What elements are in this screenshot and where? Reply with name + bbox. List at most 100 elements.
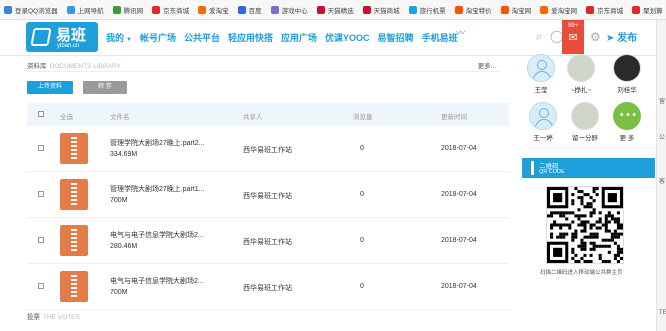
avatar [527, 54, 555, 82]
table-row: 电气与电子信息学院大剧场2... 700M 西华易班工作站 0 2018-07-… [27, 264, 509, 310]
file-sharer: 西华易班工作站 [243, 147, 292, 154]
zip-file-icon[interactable] [60, 133, 88, 164]
table-row: 电气与电子信息学院大剧场2... 280.46M 西华易班工作站 0 2018-… [27, 218, 509, 264]
bookmark[interactable]: 京东商城 [586, 5, 623, 15]
nav-item-mobile[interactable]: 手机易班 [422, 31, 458, 44]
search-icon[interactable]: ⌕ [536, 30, 543, 42]
edge-label[interactable]: 公 [659, 132, 665, 141]
bookmark[interactable]: 淘宝网 [500, 5, 531, 15]
bookmark[interactable]: 旅行机票 [408, 5, 446, 15]
bookmark[interactable]: 聚划算 [632, 5, 663, 15]
nav-item-account-square[interactable]: 帐号广场 [140, 31, 176, 44]
file-size: 280.46M [110, 243, 138, 250]
file-name[interactable]: 管理学院大剧场27晚上.part1... [110, 184, 205, 194]
zip-file-icon[interactable] [60, 225, 88, 256]
table-row: 管理学院大剧场27晚上.part1... 700M 西华易班工作站 0 2018… [27, 172, 509, 218]
member-card[interactable]: 刘桂华 [612, 54, 642, 94]
bookmark-label: 腾讯网 [123, 7, 144, 15]
zip-file-icon[interactable] [60, 179, 88, 210]
top-navigation: 易班 yiban.cn 我的 ▼ 帐号广场 公共平台 轻应用快搭 应用广场 优课Y… [0, 20, 666, 56]
file-size: 334.69M [110, 151, 138, 158]
row-checkbox[interactable] [38, 283, 44, 289]
file-name[interactable]: 电气与电子信息学院大剧场2... [110, 276, 204, 286]
bookmark-icon [270, 5, 279, 14]
nav-item-yooc[interactable]: 优课YOOC [325, 31, 370, 44]
bookmark-icon [586, 5, 595, 14]
bookmark[interactable]: 上网导航 [66, 5, 104, 15]
bookmark[interactable]: 腾讯网 [112, 5, 144, 15]
bookmark[interactable]: 天猫商城 [362, 5, 400, 15]
file-name[interactable]: 管理学院大剧场27晚上.part2... [110, 138, 205, 148]
bookmark[interactable]: 游戏中心 [270, 5, 308, 15]
file-views: 0 [360, 145, 364, 152]
file-views: 0 [360, 237, 364, 244]
globe-icon [66, 5, 75, 14]
member-card[interactable]: 王莹 [526, 54, 556, 94]
nav-item-public-platform[interactable]: 公共平台 [184, 31, 220, 44]
member-name: 王莹 [534, 87, 548, 94]
main-menu: 我的 ▼ 帐号广场 公共平台 轻应用快搭 应用广场 优课YOOC 易智招聘 手机易… [106, 20, 458, 54]
bookmark-icon [540, 5, 549, 14]
row-checkbox[interactable] [38, 145, 44, 151]
nav-item-mine[interactable]: 我的 ▼ [106, 31, 132, 44]
avatar [567, 54, 595, 82]
select-all-checkbox[interactable] [38, 111, 44, 117]
member-card[interactable]: 留一分醉 [570, 102, 600, 142]
bookmark-icon [152, 5, 161, 14]
file-sharer: 西华易班工作站 [243, 239, 292, 246]
file-time: 2018-07-04 [441, 237, 477, 244]
more-members-button[interactable]: • • • 更 多 [612, 102, 642, 142]
column-header-name: 文件名 [110, 114, 130, 121]
message-button[interactable]: 99+ ✉ [562, 20, 584, 54]
nav-item-recruit[interactable]: 易智招聘 [378, 31, 414, 44]
column-header-time: 更新时间 [441, 114, 467, 121]
edge-label[interactable]: TE [659, 310, 666, 316]
bookmark[interactable]: 爱淘宝 [198, 5, 229, 15]
send-icon: ➤ [606, 33, 615, 44]
bookmark-icon [362, 5, 371, 14]
publish-button[interactable]: ➤ 发布 [606, 29, 637, 44]
settings-icon[interactable]: ⚙ [590, 30, 601, 44]
select-all-label[interactable]: 全选 [60, 111, 73, 121]
nav-item-label: 我的 [106, 32, 125, 43]
member-name: 刘桂华 [617, 87, 637, 94]
bookmark[interactable]: 天猫精选 [316, 5, 354, 15]
bookmark[interactable]: 登录QQ浏览器 [4, 5, 58, 15]
bookmark[interactable]: 百度 [237, 5, 262, 15]
bookmark[interactable]: 爱淘宝网 [540, 5, 577, 15]
bookmark[interactable]: 淘宝特价 [454, 5, 492, 15]
column-header-sharer: 共享人 [243, 114, 263, 121]
qr-code-icon [547, 187, 623, 263]
section-title-en: DOCUMENTS LIBRARY [49, 63, 121, 70]
transfer-button[interactable]: 转 存 [83, 81, 127, 94]
section-title: 资料库 DOCUMENTS LIBRARY [27, 60, 121, 70]
edge-label[interactable]: 客 [659, 176, 665, 185]
bookmark[interactable]: 京东商城 [152, 5, 189, 15]
bookmark-icon [408, 5, 417, 14]
file-sharer: 西华易班工作站 [243, 285, 292, 292]
row-checkbox[interactable] [38, 191, 44, 197]
file-views: 0 [360, 191, 364, 198]
member-card[interactable]: 王一婷 [528, 102, 558, 142]
upload-button[interactable]: 上传资料 [27, 81, 73, 94]
votes-header: 投票 THE VOTES [27, 311, 80, 321]
mail-icon: ✉ [568, 32, 578, 44]
row-checkbox[interactable] [38, 237, 44, 243]
bookmark-label: 登录QQ浏览器 [15, 7, 58, 15]
bookmark-label: 京东商城 [163, 7, 190, 15]
file-name[interactable]: 电气与电子信息学院大剧场2... [110, 230, 204, 240]
votes-title-cn: 投票 [27, 314, 40, 321]
zip-file-icon[interactable] [60, 271, 88, 302]
edge-label[interactable]: 留 [659, 96, 665, 105]
file-views: 0 [360, 283, 364, 290]
bookmark-label: 百度 [248, 7, 262, 15]
more-link[interactable]: 更多... [478, 60, 496, 70]
yiban-logo[interactable]: 易班 yiban.cn [26, 22, 98, 52]
bookmark-label: 淘宝特价 [465, 7, 492, 15]
nav-item-app-square[interactable]: 应用广场 [281, 31, 317, 44]
member-card[interactable]: ~挣扎~ [566, 54, 596, 94]
bookmark-label: 游戏中心 [281, 7, 308, 15]
bookmarks-bar: 登录QQ浏览器 上网导航 腾讯网 京东商城 爱淘宝 百度 游戏中心 天猫精选 天… [0, 0, 666, 20]
bookmark-icon [316, 5, 325, 14]
nav-item-light-app[interactable]: 轻应用快搭 [228, 31, 273, 44]
